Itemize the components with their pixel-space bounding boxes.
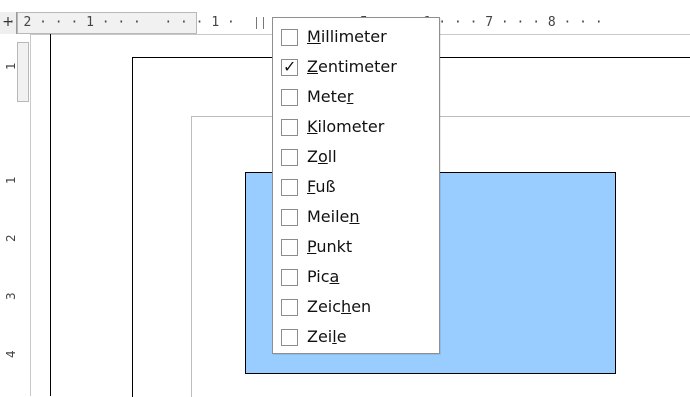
- menu-item-zoll[interactable]: Zoll: [281, 145, 431, 169]
- checkbox-icon: [281, 88, 298, 106]
- vruler-label: 4: [4, 350, 18, 358]
- menu-item-meilen[interactable]: Meilen: [281, 205, 431, 229]
- vruler-label: 2: [4, 234, 18, 242]
- vertical-ruler[interactable]: 1 1 2 3 4: [0, 34, 31, 396]
- indent-marker-icon[interactable]: [256, 17, 264, 29]
- menu-item-pica[interactable]: Pica: [281, 265, 431, 289]
- checkbox-icon: [281, 28, 298, 46]
- unit-context-menu: Millimeter ✓ Zentimeter Meter Kilometer …: [272, 17, 440, 354]
- menu-item-zeichen[interactable]: Zeichen: [281, 295, 431, 319]
- menu-item-punkt[interactable]: Punkt: [281, 235, 431, 259]
- checkbox-icon: [281, 268, 298, 286]
- menu-item-zeile[interactable]: Zeile: [281, 325, 431, 349]
- checkbox-icon: [281, 118, 298, 136]
- menu-item-meter[interactable]: Meter: [281, 85, 431, 109]
- checkbox-icon: [281, 328, 298, 346]
- checkbox-icon: [281, 298, 298, 316]
- checkbox-icon: [281, 148, 298, 166]
- vruler-label: 1: [4, 62, 18, 70]
- menu-item-kilometer[interactable]: Kilometer: [281, 115, 431, 139]
- menu-item-fuss[interactable]: Fuß: [281, 175, 431, 199]
- checkbox-icon: [281, 178, 298, 196]
- vruler-label: 3: [4, 292, 18, 300]
- checkmark-icon: ✓: [283, 56, 297, 76]
- menu-item-millimeter[interactable]: Millimeter: [281, 25, 431, 49]
- menu-item-zentimeter[interactable]: ✓ Zentimeter: [281, 55, 431, 79]
- vruler-label: 1: [4, 176, 18, 184]
- document-edge: [50, 34, 51, 396]
- checkbox-icon: ✓: [281, 56, 298, 76]
- checkbox-icon: [281, 238, 298, 256]
- checkbox-icon: [281, 208, 298, 226]
- vertical-ruler-ticks: 1 1 2 3 4: [0, 34, 30, 396]
